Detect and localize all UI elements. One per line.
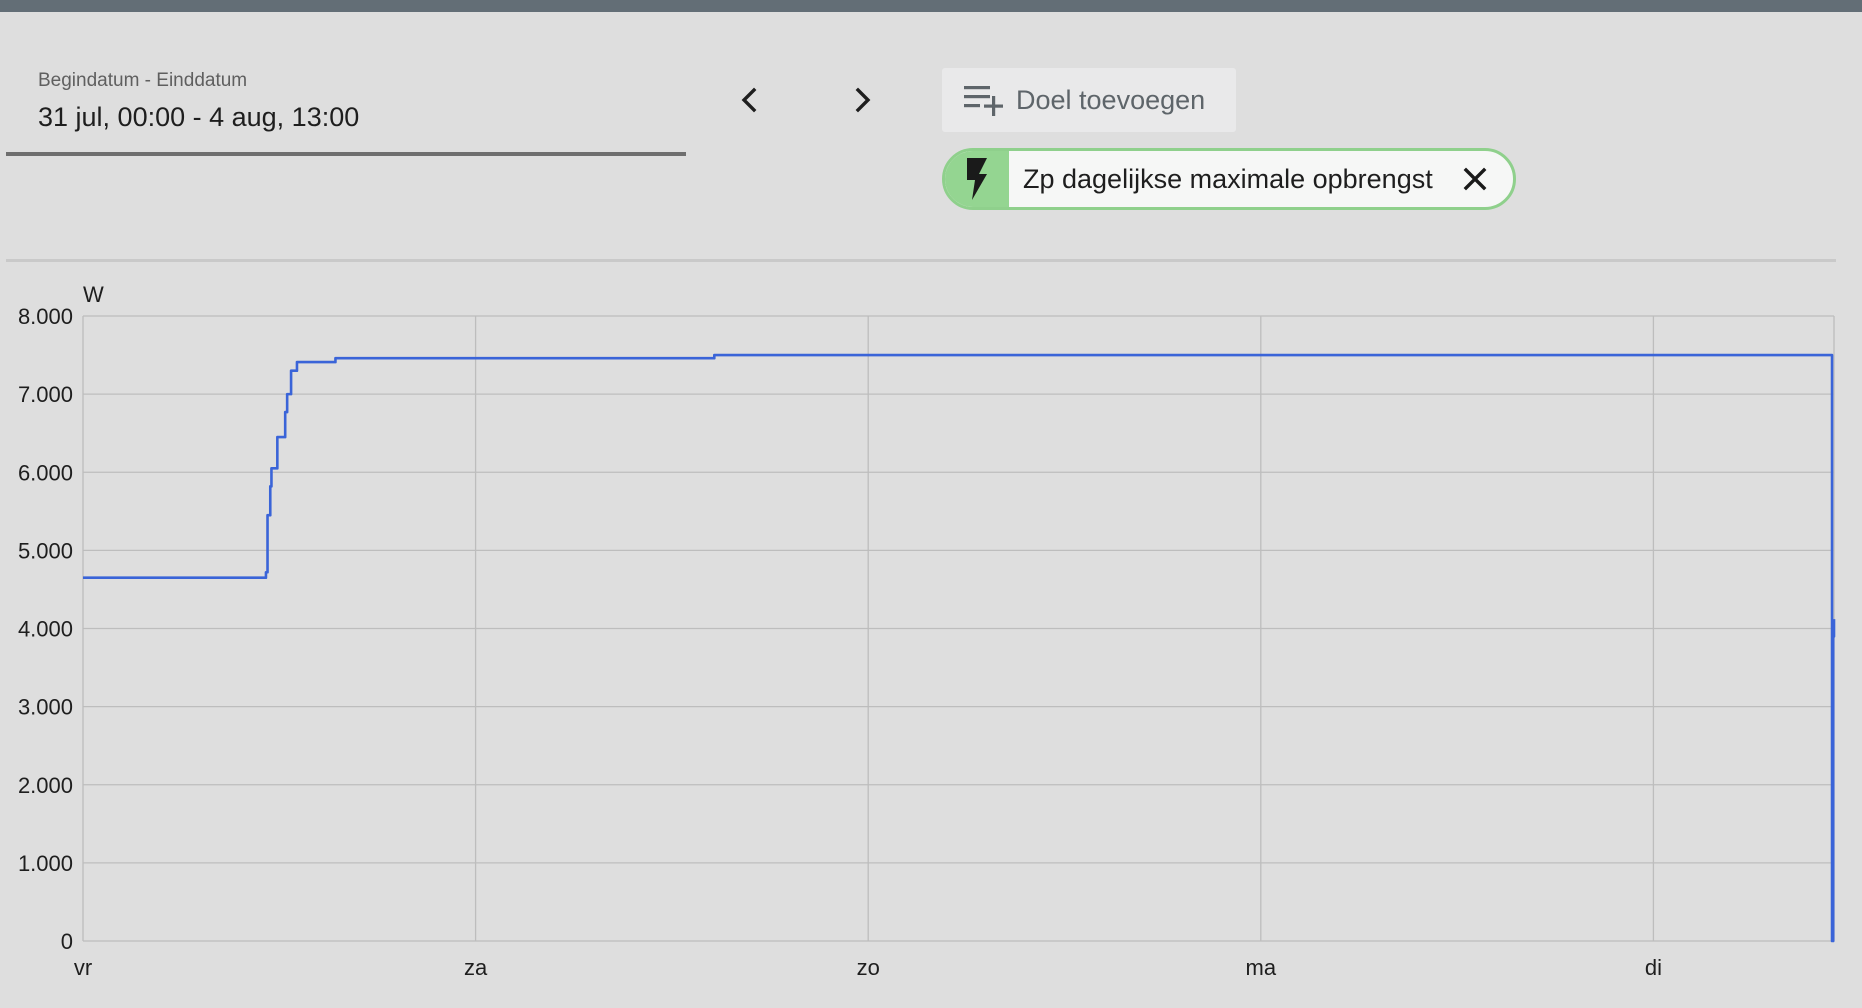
chevron-left-icon (741, 87, 757, 113)
x-tick-label: di (1645, 955, 1662, 980)
y-tick-label: 4.000 (18, 617, 73, 642)
y-tick-label: 3.000 (18, 695, 73, 720)
x-tick-label: vr (74, 955, 92, 980)
y-tick-label: 0 (61, 929, 73, 954)
add-target-button[interactable]: Doel toevoegen (942, 68, 1236, 132)
target-chip[interactable]: Zp dagelijkse maximale opbrengst (942, 148, 1516, 210)
date-range-picker[interactable]: Begindatum - Einddatum 31 jul, 00:00 - 4… (6, 60, 686, 156)
y-tick-label: 5.000 (18, 538, 73, 563)
y-tick-label: 2.000 (18, 773, 73, 798)
energy-chart: 0 1.000 2.000 3.000 4.000 5.000 6.000 7.000 8.00… (18, 282, 1836, 980)
lightning-bolt-icon (945, 151, 1009, 207)
date-field-underline (6, 152, 686, 156)
y-tick-label: 8.000 (18, 304, 73, 329)
playlist-add-icon (964, 83, 1006, 117)
series-line (83, 353, 1836, 943)
date-range-label: Begindatum - Einddatum (38, 70, 248, 91)
close-icon[interactable] (1461, 165, 1489, 193)
previous-period-button[interactable] (724, 74, 776, 126)
next-period-button[interactable] (836, 74, 888, 126)
top-app-bar (0, 0, 1862, 12)
y-tick-label: 7.000 (18, 382, 73, 407)
x-tick-label: ma (1246, 955, 1277, 980)
add-target-label: Doel toevoegen (1016, 84, 1206, 115)
section-divider (6, 259, 1836, 262)
y-tick-label: 1.000 (18, 851, 73, 876)
date-range-value: 31 jul, 00:00 - 4 aug, 13:00 (38, 102, 360, 132)
x-tick-label: zo (857, 955, 880, 980)
target-chip-label: Zp dagelijkse maximale opbrengst (1023, 163, 1433, 194)
y-axis-label: W (83, 282, 104, 307)
chevron-right-icon (855, 87, 871, 113)
x-tick-label: za (464, 955, 488, 980)
y-tick-label: 6.000 (18, 460, 73, 485)
